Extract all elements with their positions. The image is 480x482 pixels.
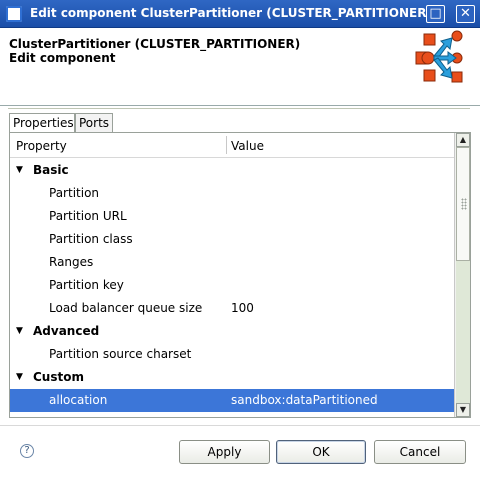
property-row-selected[interactable]: allocation sandbox:dataPartitioned <box>10 389 454 412</box>
close-button[interactable]: ✕ <box>456 5 475 23</box>
expand-arrow-icon[interactable]: ▼ <box>16 372 23 382</box>
banner-subtitle: Edit component <box>9 51 116 65</box>
cluster-partitioner-icon <box>415 30 463 83</box>
property-name: Partition <box>49 186 100 200</box>
property-name: Partition URL <box>49 209 127 223</box>
column-divider[interactable] <box>226 136 227 154</box>
property-name: Partition source charset <box>49 347 192 361</box>
component-title: ClusterPartitioner (CLUSTER_PARTITIONER) <box>9 37 301 51</box>
property-value[interactable]: sandbox:dataPartitioned <box>231 393 378 407</box>
expand-arrow-icon[interactable]: ▼ <box>16 326 23 336</box>
column-header-property[interactable]: Property <box>16 139 67 153</box>
properties-panel: Property Value ▼ Basic Partition Partiti… <box>9 132 471 418</box>
property-row[interactable]: Partition key <box>10 274 454 297</box>
tab-label: Properties <box>13 116 74 130</box>
column-header-value[interactable]: Value <box>231 139 264 153</box>
property-name: Partition class <box>49 232 133 246</box>
content-divider <box>8 108 470 109</box>
expand-arrow-icon[interactable]: ▼ <box>16 165 23 175</box>
group-row-advanced[interactable]: ▼ Advanced <box>10 320 454 343</box>
property-row[interactable]: Partition class <box>10 228 454 251</box>
property-name: Load balancer queue size <box>49 301 203 315</box>
ok-button[interactable]: OK <box>276 440 366 464</box>
scroll-thumb[interactable] <box>456 147 470 261</box>
property-row[interactable]: Ranges <box>10 251 454 274</box>
maximize-icon: □ <box>429 6 442 21</box>
scroll-up-button[interactable]: ▲ <box>456 133 470 147</box>
app-icon <box>6 6 22 22</box>
tab-ports[interactable]: Ports <box>75 113 113 132</box>
property-name: Ranges <box>49 255 94 269</box>
property-row[interactable]: Partition source charset <box>10 343 454 366</box>
cancel-button[interactable]: Cancel <box>374 440 466 464</box>
tab-label: Ports <box>79 116 110 130</box>
arrow-down-icon: ▼ <box>459 405 467 414</box>
group-row-basic[interactable]: ▼ Basic <box>10 159 454 182</box>
grip-icon <box>461 198 467 210</box>
group-label: Custom <box>33 370 84 384</box>
header-divider <box>0 105 480 106</box>
footer-divider <box>0 425 480 426</box>
help-icon[interactable]: ? <box>20 444 34 458</box>
arrow-up-icon: ▲ <box>459 135 467 144</box>
maximize-button[interactable]: □ <box>426 5 445 23</box>
property-name: Partition key <box>49 278 124 292</box>
vertical-scrollbar[interactable]: ▲ ▼ <box>454 133 470 417</box>
tab-properties[interactable]: Properties <box>9 113 75 133</box>
group-label: Basic <box>33 163 69 177</box>
property-name: allocation <box>49 393 108 407</box>
window-titlebar: Edit component ClusterPartitioner (CLUST… <box>0 0 480 28</box>
scroll-down-button[interactable]: ▼ <box>456 403 470 417</box>
group-row-custom[interactable]: ▼ Custom <box>10 366 454 389</box>
property-row[interactable]: Load balancer queue size 100 <box>10 297 454 320</box>
group-label: Advanced <box>33 324 100 338</box>
property-row[interactable]: Partition <box>10 182 454 205</box>
close-icon: ✕ <box>460 6 471 21</box>
property-value[interactable]: 100 <box>231 301 254 315</box>
scroll-track[interactable] <box>456 261 470 403</box>
apply-button[interactable]: Apply <box>179 440 270 464</box>
window-title: Edit component ClusterPartitioner (CLUST… <box>30 6 432 20</box>
property-row[interactable]: Partition URL <box>10 205 454 228</box>
table-header: Property Value <box>10 133 454 158</box>
